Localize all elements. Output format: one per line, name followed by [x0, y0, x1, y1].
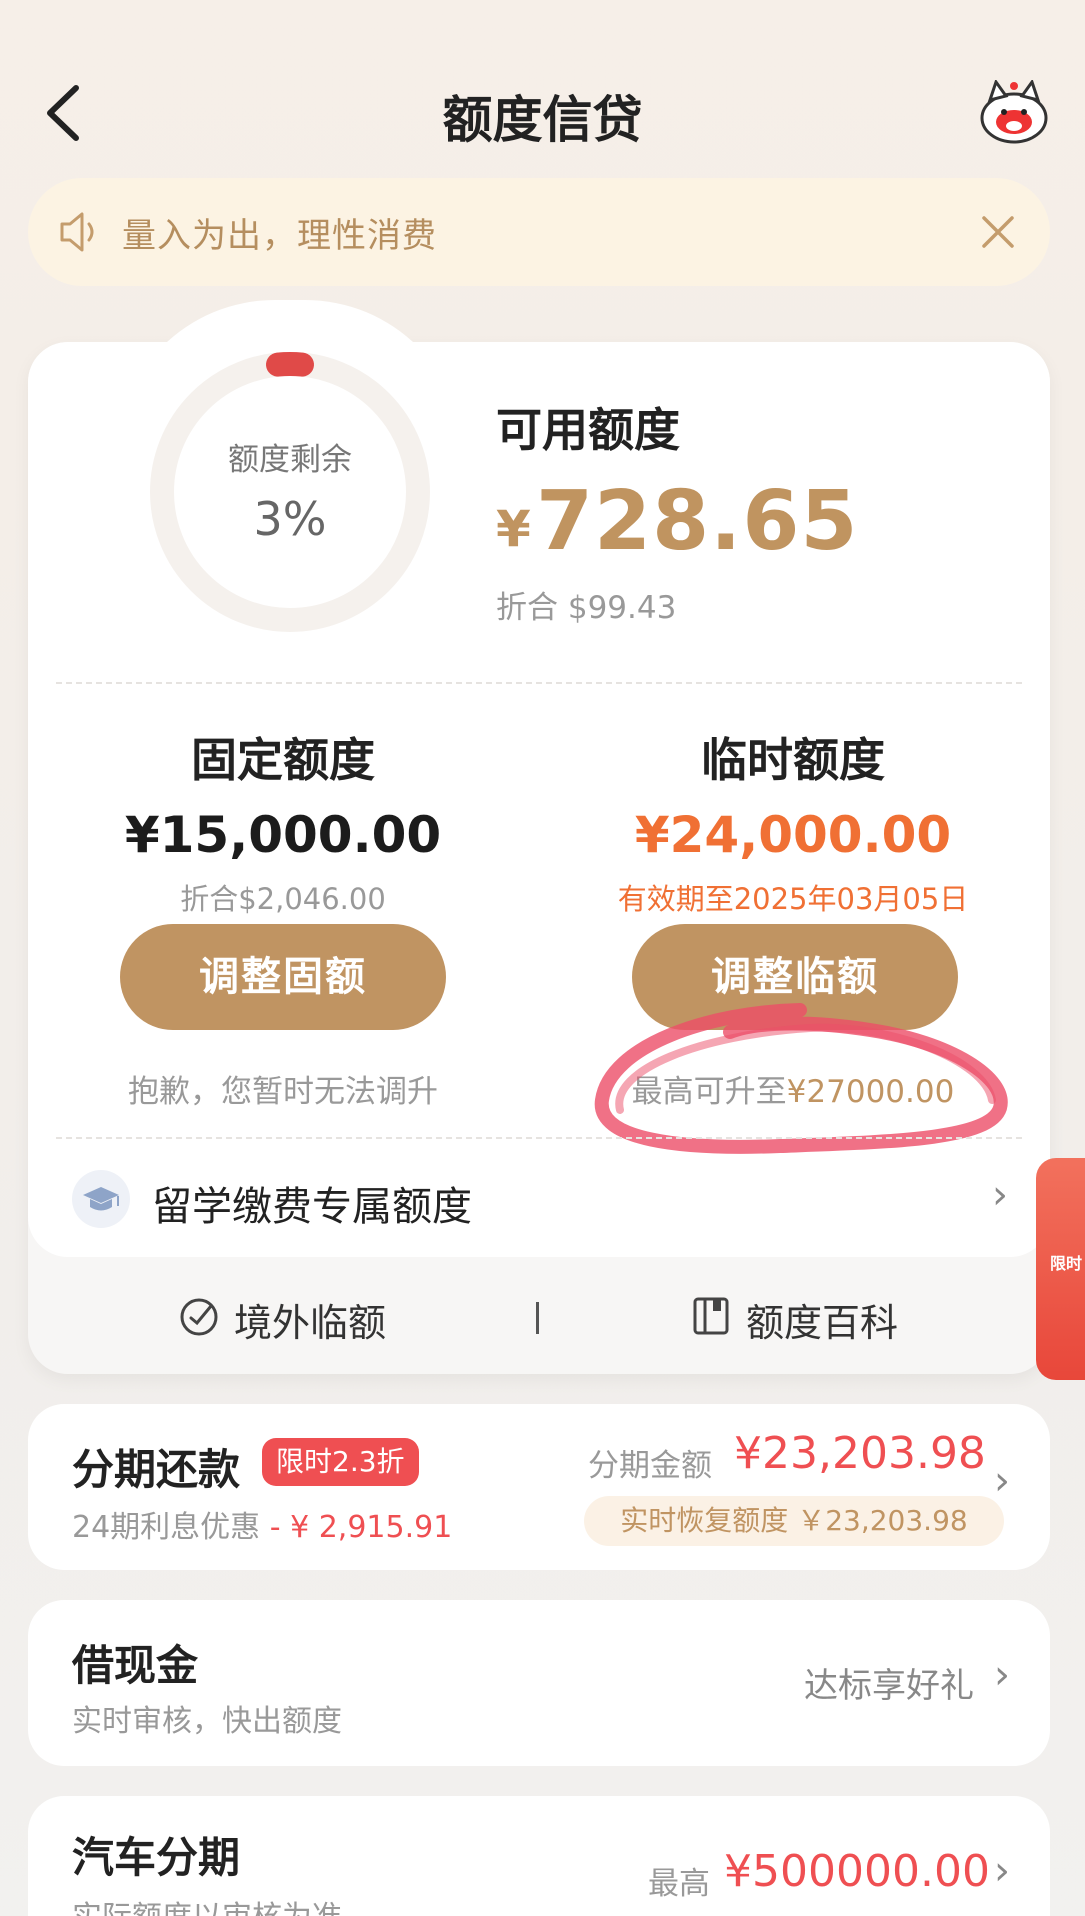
interest-discount: - ¥ 2,915.91	[269, 1510, 453, 1545]
cash-loan-subtitle: 实时审核，快出额度	[72, 1704, 342, 1739]
installment-panel[interactable]: 分期还款 限时2.3折 24期利息优惠 - ¥ 2,915.91 分期金额 ¥2…	[28, 1404, 1050, 1570]
cash-loan-promo: 达标享好礼	[804, 1666, 974, 1706]
fixed-quota-title: 固定额度	[191, 733, 375, 787]
recover-quota-pill: 实时恢复额度 ￥23,203.98	[584, 1496, 1004, 1546]
overseas-quota-link[interactable]: 境外临额	[234, 1292, 386, 1347]
fixed-quota-amount: ¥15,000.00	[124, 806, 442, 864]
promo-tab-text: 限时	[1050, 1254, 1083, 1273]
car-loan-panel[interactable]: 汽车分期 实际额度以审核为准 最高 ¥500000.00 ›	[28, 1796, 1050, 1916]
car-loan-max-amount: ¥500000.00	[724, 1846, 990, 1897]
ring-label: 额度剩余	[228, 442, 352, 478]
available-quota-title: 可用额度	[496, 403, 680, 457]
page-title: 额度信贷	[442, 91, 643, 149]
chevron-right-icon: ›	[992, 1172, 1008, 1218]
temp-quota-title: 临时额度	[701, 733, 885, 787]
available-usd: 折合 $99.43	[496, 590, 677, 626]
quota-wiki-link[interactable]: 额度百科	[746, 1292, 898, 1347]
adjust-fixed-button[interactable]: 调整固额	[120, 924, 446, 1030]
installment-amount-label: 分期金额	[588, 1448, 712, 1484]
interest-discount-row: 24期利息优惠 - ¥ 2,915.91	[72, 1502, 452, 1546]
divider	[56, 1137, 1022, 1139]
cash-loan-title: 借现金	[72, 1641, 199, 1690]
speaker-icon	[58, 210, 104, 254]
close-icon[interactable]	[978, 212, 1018, 252]
car-loan-subtitle: 实际额度以审核为准	[72, 1892, 342, 1916]
temp-quota-validity: 有效期至2025年03月05日	[617, 882, 969, 916]
divider	[56, 682, 1022, 684]
temp-note-prefix: 最高可升至	[631, 1074, 787, 1110]
temp-quota-amount: ¥24,000.00	[634, 806, 952, 864]
fixed-quota-note: 抱歉，您暂时无法调升	[128, 1074, 438, 1110]
graduation-cap-icon	[72, 1170, 130, 1228]
cash-loan-panel[interactable]: 借现金 实时审核，快出额度 达标享好礼 ›	[28, 1600, 1050, 1766]
book-icon	[692, 1296, 730, 1336]
study-quota-row[interactable]: 留学缴费专属额度 ›	[28, 1140, 1050, 1256]
notice-banner: 量入为出，理性消费	[28, 178, 1050, 286]
separator	[536, 1302, 539, 1334]
chevron-right-icon: ›	[994, 1652, 1010, 1698]
chevron-right-icon: ›	[994, 1848, 1010, 1894]
temp-note-amount: ¥27000.00	[786, 1074, 955, 1110]
installment-title: 分期还款	[72, 1445, 241, 1494]
fixed-quota-usd: 折合$2,046.00	[180, 882, 386, 916]
discount-badge: 限时2.3折	[262, 1438, 419, 1486]
quota-links-bar: 境外临额 额度百科	[28, 1256, 1050, 1374]
available-currency: ¥	[496, 500, 531, 558]
available-amount: 728.65	[536, 474, 859, 569]
notice-text: 量入为出，理性消费	[122, 216, 437, 256]
ring-percentage: 3%	[253, 492, 327, 546]
car-loan-max-label: 最高	[648, 1866, 710, 1902]
temp-quota-note: 最高可升至¥27000.00	[558, 1066, 1028, 1111]
study-quota-label: 留学缴费专属额度	[152, 1184, 472, 1230]
promo-side-tab[interactable]: 限时	[1036, 1158, 1085, 1380]
mascot-avatar-icon[interactable]	[978, 78, 1050, 146]
overseas-quota-icon	[178, 1296, 220, 1338]
car-loan-title: 汽车分期	[72, 1833, 241, 1882]
interest-label: 24期利息优惠	[72, 1510, 261, 1545]
chevron-right-icon: ›	[994, 1458, 1010, 1504]
installment-amount: ¥23,203.98	[734, 1428, 986, 1479]
adjust-temp-button[interactable]: 调整临额	[632, 924, 958, 1030]
